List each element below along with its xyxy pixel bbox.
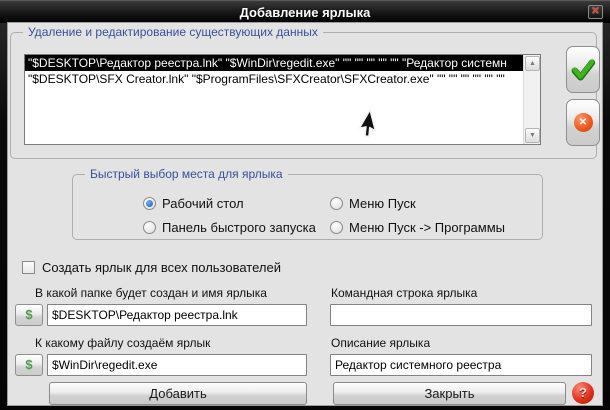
delete-entry-button[interactable]: ✕	[566, 99, 600, 146]
dollar-variable-button[interactable]: $	[15, 304, 43, 326]
scroll-down-icon[interactable]: ▼	[525, 128, 540, 143]
help-icon[interactable]: ?	[572, 382, 594, 404]
radio-start-menu-programs[interactable]: Меню Пуск -> Программы	[330, 219, 505, 236]
radio-label: Панель быстрого запуска	[162, 220, 316, 235]
dialog-content: Удаление и редактирование существующих д…	[8, 23, 602, 405]
radio-label: Меню Пуск -> Программы	[349, 220, 505, 235]
listbox-rows: "$DESKTOP\Редактор реестра.lnk" "$WinDir…	[25, 55, 523, 144]
shortcut-path-input[interactable]	[47, 304, 307, 326]
existing-data-group-label: Удаление и редактирование существующих д…	[23, 25, 323, 39]
close-button[interactable]: Закрыть	[333, 382, 566, 405]
red-cross-icon: ✕	[574, 113, 593, 132]
radio-circle-icon[interactable]	[143, 221, 156, 234]
radio-label: Рабочий стол	[162, 196, 244, 211]
listbox-scrollbar[interactable]: ▲ ▼	[523, 55, 540, 144]
description-label: Описание ярлыка	[331, 336, 430, 350]
target-file-input[interactable]	[47, 354, 307, 376]
radio-start-menu[interactable]: Меню Пуск	[330, 195, 416, 212]
target-file-label: К какому файлу создаём ярлык	[35, 336, 210, 350]
add-button[interactable]: Добавить	[49, 382, 307, 405]
checkbox-icon[interactable]	[22, 261, 35, 274]
command-line-input[interactable]	[330, 304, 592, 326]
radio-circle-icon[interactable]	[143, 197, 156, 210]
description-input[interactable]	[330, 354, 592, 376]
checkbox-label: Создать ярлык для всех пользователей	[42, 260, 281, 275]
list-item[interactable]: "$DESKTOP\Редактор реестра.lnk" "$WinDir…	[25, 55, 523, 71]
confirm-edit-button[interactable]	[566, 46, 600, 93]
radio-label: Меню Пуск	[349, 196, 416, 211]
titlebar: Добавление ярлыка ✕	[0, 1, 610, 23]
radio-desktop[interactable]: Рабочий стол	[143, 195, 244, 212]
close-icon[interactable]: ✕	[588, 5, 603, 19]
list-item[interactable]: "$DESKTOP\SFX Creator.lnk" "$ProgramFile…	[25, 71, 523, 87]
dollar-variable-button[interactable]: $	[15, 354, 43, 376]
shortcut-path-label: В какой папке будет создан и имя ярлыка	[35, 286, 267, 300]
window-title: Добавление ярлыка	[240, 5, 371, 20]
scroll-up-icon[interactable]: ▲	[525, 56, 540, 71]
green-check-icon	[570, 57, 596, 83]
radio-circle-icon[interactable]	[330, 221, 343, 234]
dialog-window: Добавление ярлыка ✕ Удаление и редактиро…	[0, 0, 610, 410]
shortcut-listbox[interactable]: "$DESKTOP\Редактор реестра.lnk" "$WinDir…	[24, 54, 541, 145]
command-line-label: Командная строка ярлыка	[331, 286, 477, 300]
radio-circle-icon[interactable]	[330, 197, 343, 210]
radio-quick-launch[interactable]: Панель быстрого запуска	[143, 219, 316, 236]
placement-group-label: Быстрый выбор места для ярлыка	[85, 167, 288, 181]
all-users-checkbox-row[interactable]: Создать ярлык для всех пользователей	[22, 259, 281, 276]
